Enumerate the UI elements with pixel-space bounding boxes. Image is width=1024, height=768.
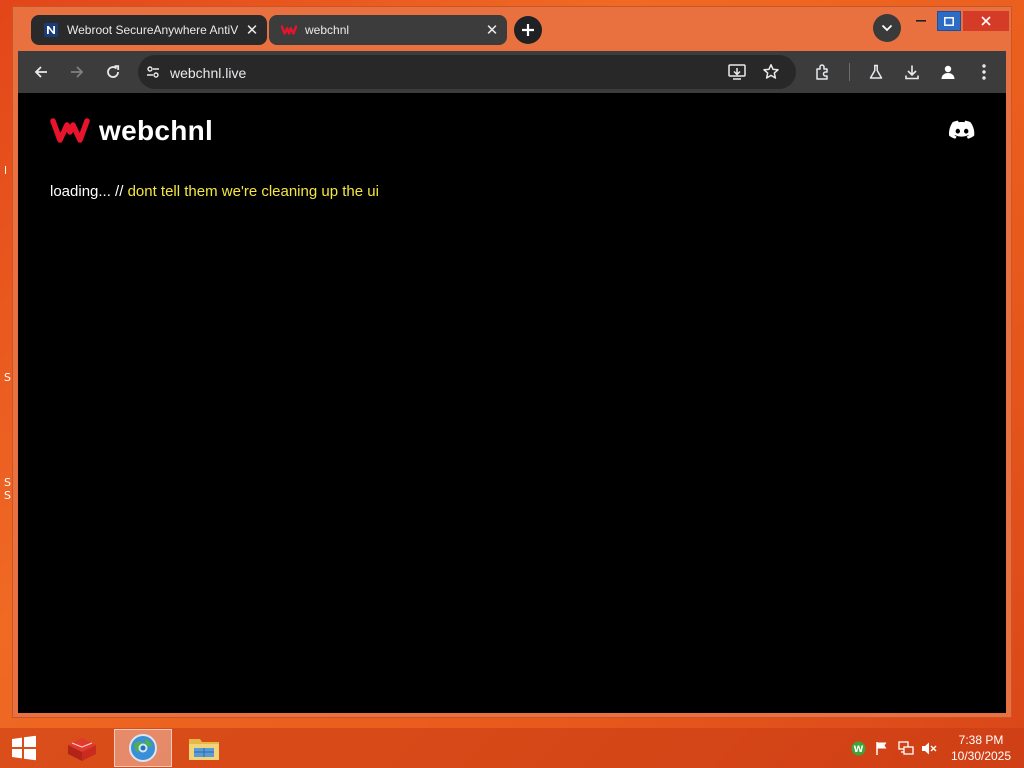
tab-title: Webroot SecureAnywhere AntiV (67, 23, 239, 37)
clock-time: 7:38 PM (958, 733, 1004, 747)
maximize-button[interactable] (937, 11, 961, 31)
start-button[interactable] (0, 729, 48, 767)
more-vertical-icon (982, 64, 986, 80)
forward-button[interactable] (65, 60, 89, 84)
labs-button[interactable] (864, 60, 888, 84)
close-window-button[interactable] (963, 11, 1009, 31)
back-arrow-icon (34, 66, 47, 78)
desktop-label-fragment: S (4, 371, 11, 384)
tab-webchnl[interactable]: webchnl ✕ (269, 15, 507, 45)
logo-text: webchnl (99, 115, 214, 146)
flask-icon (869, 64, 883, 79)
browser-toolbar: webchnl.live (18, 51, 1006, 93)
webroot-favicon-icon (43, 22, 59, 38)
action-center-flag-icon[interactable] (874, 740, 890, 756)
folder-icon (189, 739, 219, 760)
desktop-label-fragment: l (4, 164, 8, 177)
tab-close-icon[interactable]: ✕ (241, 19, 263, 41)
svg-text:W: W (853, 745, 863, 755)
tab-strip: Webroot SecureAnywhere AntiV ✕ webchnl ✕ (13, 7, 1011, 51)
plus-icon (522, 24, 534, 36)
loading-status: loading... // dont tell them we're clean… (50, 183, 379, 200)
person-icon (941, 65, 955, 79)
reload-button[interactable] (101, 60, 125, 84)
maximize-icon (944, 16, 954, 26)
install-app-icon[interactable] (728, 64, 746, 85)
taskbar: W 7:38 PM 10/30/2025 (0, 728, 1024, 768)
discord-icon (949, 120, 975, 139)
tab-search-button[interactable] (873, 14, 901, 42)
forward-arrow-icon (71, 66, 84, 78)
taskbar-app-pinned[interactable] (56, 729, 108, 767)
minimize-button[interactable] (909, 11, 933, 31)
menu-button[interactable] (972, 60, 996, 84)
address-bar[interactable]: webchnl.live (138, 55, 796, 89)
bookmark-star-icon[interactable] (762, 63, 780, 86)
taskbar-file-explorer[interactable] (178, 729, 230, 767)
browser-window: Webroot SecureAnywhere AntiV ✕ webchnl ✕ (12, 6, 1012, 718)
reload-icon (107, 65, 120, 78)
loading-message: dont tell them we're cleaning up the ui (127, 183, 379, 200)
tab-close-icon[interactable]: ✕ (481, 19, 503, 41)
url-text: webchnl.live (170, 65, 247, 81)
toolbar-separator (849, 63, 850, 81)
downloads-button[interactable] (900, 60, 924, 84)
puzzle-icon (816, 64, 828, 80)
network-icon[interactable] (898, 740, 914, 756)
desktop-label-fragment: S (4, 476, 11, 489)
volume-muted-icon[interactable] (921, 740, 937, 756)
close-icon (981, 16, 991, 26)
webchnl-logo-icon (50, 118, 90, 143)
desktop-label-fragment: S (4, 489, 11, 502)
taskbar-browser[interactable] (114, 729, 172, 767)
tab-title: webchnl (305, 23, 350, 37)
back-button[interactable] (29, 60, 53, 84)
extensions-button[interactable] (811, 60, 835, 84)
site-logo[interactable]: webchnl (50, 115, 213, 147)
tab-webroot[interactable]: Webroot SecureAnywhere AntiV ✕ (31, 15, 267, 45)
discord-link[interactable] (949, 120, 975, 145)
red-box-app-icon (68, 738, 96, 761)
system-clock[interactable]: 7:38 PM 10/30/2025 (946, 732, 1016, 764)
profile-button[interactable] (936, 60, 960, 84)
new-tab-button[interactable] (514, 16, 542, 44)
windows-logo-icon (12, 735, 36, 761)
download-icon (905, 65, 919, 80)
page-content: webchnl loading... // dont tell them we'… (18, 93, 1006, 713)
clock-date: 10/30/2025 (950, 749, 1012, 763)
webroot-tray-icon[interactable]: W (850, 740, 866, 756)
site-info-icon[interactable] (145, 64, 161, 85)
browser-globe-icon (129, 734, 157, 762)
chevron-down-icon (881, 24, 893, 32)
minimize-icon (916, 20, 926, 22)
loading-prefix: loading... // (50, 183, 128, 200)
webchnl-favicon-icon (281, 22, 297, 38)
